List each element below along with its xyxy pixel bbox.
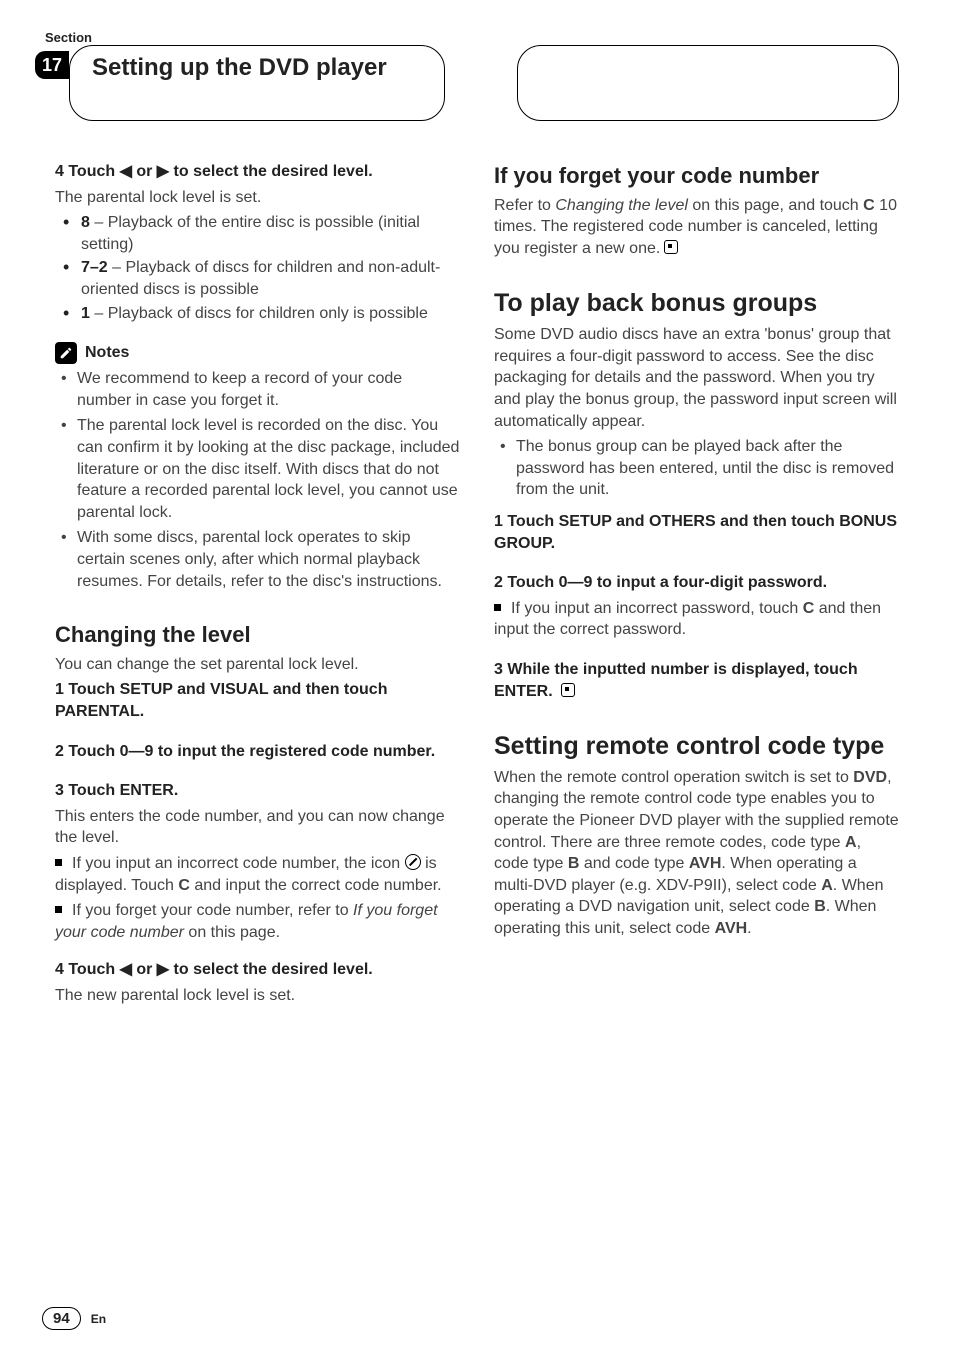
bonus-heading: To play back bonus groups — [494, 289, 899, 318]
pencil-icon — [55, 342, 77, 364]
left-column: 4 Touch ◀ or ▶ to select the desired lev… — [55, 161, 460, 1011]
remote-paragraph: When the remote control operation switch… — [494, 767, 899, 940]
note-item: We recommend to keep a record of your co… — [77, 368, 460, 411]
language-label: En — [91, 1312, 106, 1326]
changing-step-3-sub1: If you input an incorrect code number, t… — [55, 853, 460, 896]
changing-step-4-desc: The new parental lock level is set. — [55, 985, 460, 1007]
square-bullet-icon — [494, 604, 501, 611]
notes-header: Notes — [55, 342, 460, 364]
section-label: Section — [45, 30, 92, 45]
level-list: 8 – Playback of the entire disc is possi… — [55, 212, 460, 324]
bonus-bullet-list: The bonus group can be played back after… — [494, 436, 899, 501]
changing-step-4: 4 Touch ◀ or ▶ to select the desired lev… — [55, 959, 460, 981]
bonus-intro: Some DVD audio discs have an extra 'bonu… — [494, 324, 899, 432]
prohibited-icon — [405, 854, 421, 870]
forget-heading: If you forget your code number — [494, 161, 899, 191]
content-columns: 4 Touch ◀ or ▶ to select the desired lev… — [55, 161, 899, 1011]
square-bullet-icon — [55, 859, 62, 866]
footer: 94 En — [42, 1307, 106, 1330]
page: Section 17 Setting up the DVD player 4 T… — [0, 0, 954, 1352]
page-number: 94 — [42, 1307, 81, 1330]
page-title: Setting up the DVD player — [69, 45, 445, 121]
changing-step-3-desc: This enters the code number, and you can… — [55, 806, 460, 849]
note-item: The parental lock level is recorded on t… — [77, 415, 460, 523]
changing-step-2: 2 Touch 0—9 to input the registered code… — [55, 741, 460, 763]
bonus-step-2-sub: If you input an incorrect password, touc… — [494, 598, 899, 641]
bonus-step-3: 3 While the inputted number is displayed… — [494, 659, 899, 702]
level-item-8: 8 – Playback of the entire disc is possi… — [81, 212, 460, 255]
notes-title: Notes — [85, 342, 129, 364]
changing-level-intro: You can change the set parental lock lev… — [55, 654, 460, 676]
forget-paragraph: Refer to Changing the level on this page… — [494, 195, 899, 260]
changing-step-3-sub2: If you forget your code number, refer to… — [55, 900, 460, 943]
bonus-step-1: 1 Touch SETUP and OTHERS and then touch … — [494, 511, 899, 554]
bonus-bullet: The bonus group can be played back after… — [516, 436, 899, 501]
changing-step-3: 3 Touch ENTER. — [55, 780, 460, 802]
section-label-block: Section — [55, 30, 899, 45]
square-bullet-icon — [55, 906, 62, 913]
section-number-badge: 17 — [35, 51, 69, 79]
level-item-7-2: 7–2 – Playback of discs for children and… — [81, 257, 460, 300]
end-marker-icon — [561, 683, 575, 697]
changing-step-1: 1 Touch SETUP and VISUAL and then touch … — [55, 679, 460, 722]
step-4-desc: The parental lock level is set. — [55, 187, 460, 209]
bonus-step-2: 2 Touch 0—9 to input a four-digit passwo… — [494, 572, 899, 594]
header-row: 17 Setting up the DVD player — [55, 45, 899, 121]
end-marker-icon — [664, 240, 678, 254]
level-item-1: 1 – Playback of discs for children only … — [81, 303, 460, 325]
header-group: 17 Setting up the DVD player — [55, 45, 445, 121]
remote-heading: Setting remote control code type — [494, 732, 899, 761]
empty-title-box — [517, 45, 899, 121]
changing-level-heading: Changing the level — [55, 620, 460, 650]
right-column: If you forget your code number Refer to … — [494, 161, 899, 1011]
notes-list: We recommend to keep a record of your co… — [55, 368, 460, 592]
step-4-title: 4 Touch ◀ or ▶ to select the desired lev… — [55, 161, 460, 183]
note-item: With some discs, parental lock operates … — [77, 527, 460, 592]
